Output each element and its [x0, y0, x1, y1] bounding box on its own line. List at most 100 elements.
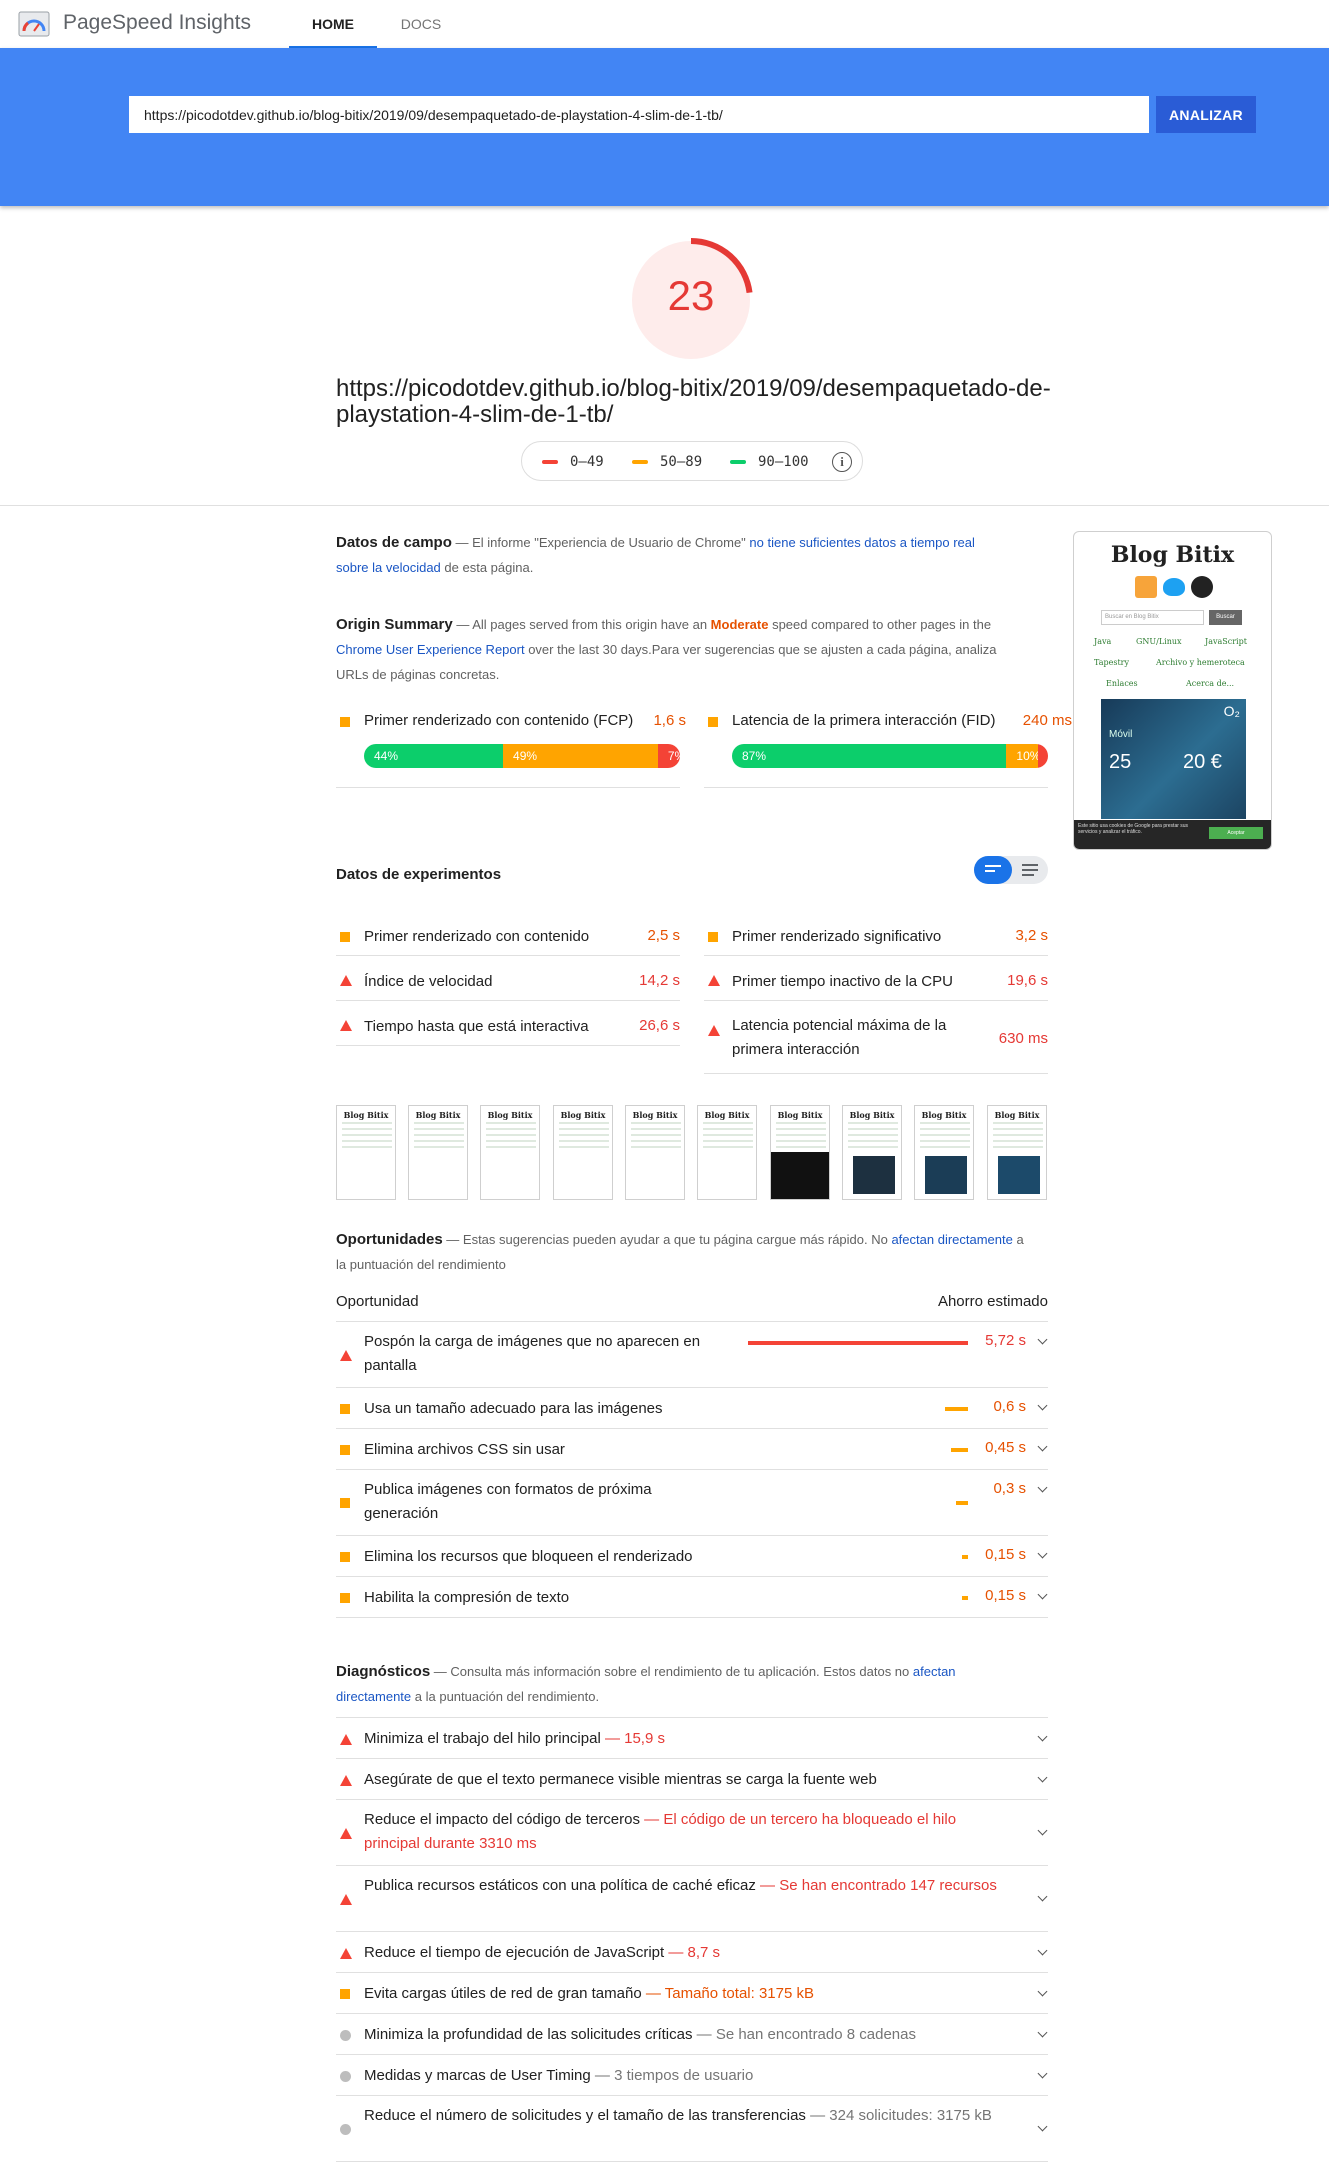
legend-fail-label: 0–49	[570, 454, 604, 470]
metric-value: 19,6 s	[1007, 972, 1048, 989]
opportunity-row[interactable]: Publica imágenes con formatos de próxima…	[336, 1470, 1048, 1536]
metric-value: 1,6 s	[653, 712, 686, 729]
expanded-view-icon-line	[1022, 874, 1034, 876]
diagnostics-desc-end: a la puntuación del rendimiento.	[411, 1689, 600, 1704]
screenshot-search-button: Buscar	[1209, 610, 1242, 625]
chevron-down-icon[interactable]	[1037, 1548, 1048, 1559]
chevron-down-icon[interactable]	[1037, 1441, 1048, 1452]
summary-view-toggle[interactable]	[974, 856, 1012, 884]
distribution-bar: 44% 49% 7%	[364, 744, 680, 768]
lab-metric-tti: Tiempo hasta que está interactiva 26,6 s	[336, 1008, 680, 1046]
diagnostic-text: Reduce el número de solicitudes y el tam…	[364, 2104, 1014, 2128]
fail-triangle-icon	[340, 1350, 352, 1361]
github-icon	[1191, 576, 1213, 598]
url-input[interactable]	[129, 96, 1149, 133]
chevron-down-icon[interactable]	[1037, 2121, 1048, 2132]
diagnostic-text: Minimiza el trabajo del hilo principal —…	[364, 1727, 1014, 1751]
average-square-icon	[340, 932, 350, 942]
lab-metric-fmp: Primer renderizado significativo 3,2 s	[704, 918, 1048, 956]
opportunities-section: Oportunidades — Estas sugerencias pueden…	[336, 1227, 1026, 1277]
diagnostic-row[interactable]: Reduce el impacto del código de terceros…	[336, 1800, 1048, 1866]
fail-triangle-icon	[340, 975, 352, 986]
average-square-icon	[340, 1551, 350, 1562]
fail-triangle-icon	[340, 1020, 352, 1031]
field-metric-fid: Latencia de la primera interacción (FID)…	[704, 700, 1072, 788]
diagnostic-row[interactable]: Minimiza la profundidad de las solicitud…	[336, 2014, 1048, 2055]
diagnostic-row[interactable]: Asegúrate de que el texto permanece visi…	[336, 1759, 1048, 1800]
opportunity-row[interactable]: Pospón la carga de imágenes que no apare…	[336, 1322, 1048, 1388]
screenshot-search-input: Buscar en Blog Bitix	[1101, 610, 1204, 625]
diagnostic-row[interactable]: Minimiza el trabajo del hilo principal —…	[336, 1718, 1048, 1759]
chevron-down-icon[interactable]	[1037, 1891, 1048, 1902]
distribution-fast: 44%	[364, 744, 504, 768]
frame-title: Blog Bitix	[632, 1110, 678, 1120]
opportunity-row[interactable]: Elimina los recursos que bloqueen el ren…	[336, 1536, 1048, 1577]
lab-metric-speed-index: Índice de velocidad 14,2 s	[336, 963, 680, 1001]
metric-label: Primer tiempo inactivo de la CPU	[732, 973, 953, 990]
frame-title: Blog Bitix	[560, 1110, 606, 1120]
legend-pass-swatch	[730, 460, 746, 464]
diagnostic-detail: — 3 tiempos de usuario	[590, 2067, 754, 2084]
expanded-view-icon[interactable]	[1022, 864, 1038, 866]
screenshot-ad-banner: O₂ Móvil 25 20 €	[1101, 699, 1246, 819]
frame-image	[925, 1156, 967, 1194]
chevron-down-icon[interactable]	[1037, 1334, 1048, 1345]
distribution-average: 49%	[503, 744, 658, 768]
screenshot-link: Archivo y hemeroteca	[1156, 658, 1245, 667]
info-icon[interactable]: i	[832, 452, 852, 472]
chevron-down-icon[interactable]	[1037, 1825, 1048, 1836]
chevron-down-icon[interactable]	[1037, 1945, 1048, 1955]
frame-links	[993, 1122, 1043, 1152]
frame-title: Blog Bitix	[343, 1110, 389, 1120]
diagnostic-label: Medidas y marcas de User Timing	[364, 2067, 591, 2084]
savings-bar	[956, 1501, 968, 1505]
tab-docs[interactable]: DOCS	[388, 0, 454, 48]
performance-score: 23	[667, 272, 715, 319]
filmstrip-frame: Blog Bitix	[408, 1105, 468, 1200]
screenshot-link: Acerca de...	[1186, 679, 1235, 688]
diagnostic-row[interactable]: Medidas y marcas de User Timing — 3 tiem…	[336, 2055, 1048, 2096]
savings-value: 0,45 s	[985, 1439, 1026, 1456]
chevron-down-icon[interactable]	[1037, 1589, 1048, 1600]
view-toggle[interactable]	[974, 856, 1048, 884]
col-savings-header: Ahorro estimado	[937, 1293, 1048, 1310]
metric-value: 26,6 s	[639, 1017, 680, 1034]
diagnostic-text: Asegúrate de que el texto permanece visi…	[364, 1768, 1014, 1792]
diagnostic-row[interactable]: Evita cargas útiles de red de gran tamañ…	[336, 1973, 1048, 2014]
pagespeed-logo-icon[interactable]	[18, 11, 50, 37]
chevron-down-icon[interactable]	[1037, 1482, 1048, 1493]
analyzed-url: https://picodotdev.github.io/blog-bitix/…	[336, 375, 1051, 428]
diagnostic-text: Publica recursos estáticos con una polít…	[364, 1874, 1014, 1898]
opportunity-row[interactable]: Habilita la compresión de texto 0,15 s	[336, 1577, 1048, 1618]
chevron-down-icon[interactable]	[1037, 1986, 1048, 1996]
chevron-down-icon[interactable]	[1037, 1731, 1048, 1741]
app-title[interactable]: PageSpeed Insights	[63, 11, 251, 35]
chevron-down-icon[interactable]	[1037, 1400, 1048, 1411]
diagnostic-row[interactable]: Reduce el número de solicitudes y el tam…	[336, 2096, 1048, 2162]
chevron-down-icon[interactable]	[1037, 2068, 1048, 2078]
fail-triangle-icon	[708, 1025, 720, 1036]
chevron-down-icon[interactable]	[1037, 2027, 1048, 2037]
diagnostics-title: Diagnósticos	[336, 1663, 431, 1680]
cookie-accept-button: Aceptar	[1209, 827, 1263, 839]
opportunity-row[interactable]: Usa un tamaño adecuado para las imágenes…	[336, 1388, 1048, 1429]
chevron-down-icon[interactable]	[1037, 1772, 1048, 1782]
savings-bar	[945, 1406, 968, 1411]
opportunity-row[interactable]: Elimina archivos CSS sin usar 0,45 s	[336, 1429, 1048, 1470]
diagnostic-row[interactable]: Reduce el tiempo de ejecución de JavaScr…	[336, 1932, 1048, 1973]
field-metric-fcp: Primer renderizado con contenido (FCP) 1…	[336, 700, 686, 788]
opportunity-label: Elimina los recursos que bloqueen el ren…	[364, 1548, 693, 1565]
distribution-bar: 87% 10% 3%	[732, 744, 1048, 768]
metric-label: Primer renderizado con contenido (FCP)	[364, 712, 634, 729]
opportunities-link[interactable]: afectan directamente	[891, 1232, 1012, 1247]
field-data-desc-end: de esta página.	[440, 560, 534, 575]
filmstrip-frame: Blog Bitix	[697, 1105, 757, 1200]
legend-fail-swatch	[542, 460, 558, 464]
opportunity-label: Habilita la compresión de texto	[364, 1589, 570, 1606]
fail-triangle-icon	[340, 1894, 352, 1905]
tab-home[interactable]: HOME	[289, 0, 377, 48]
diagnostic-row[interactable]: Publica recursos estáticos con una polít…	[336, 1866, 1048, 1932]
crux-report-link[interactable]: Chrome User Experience Report	[336, 642, 525, 657]
analyze-button[interactable]: ANALIZAR	[1156, 96, 1256, 133]
fail-triangle-icon	[708, 975, 720, 986]
